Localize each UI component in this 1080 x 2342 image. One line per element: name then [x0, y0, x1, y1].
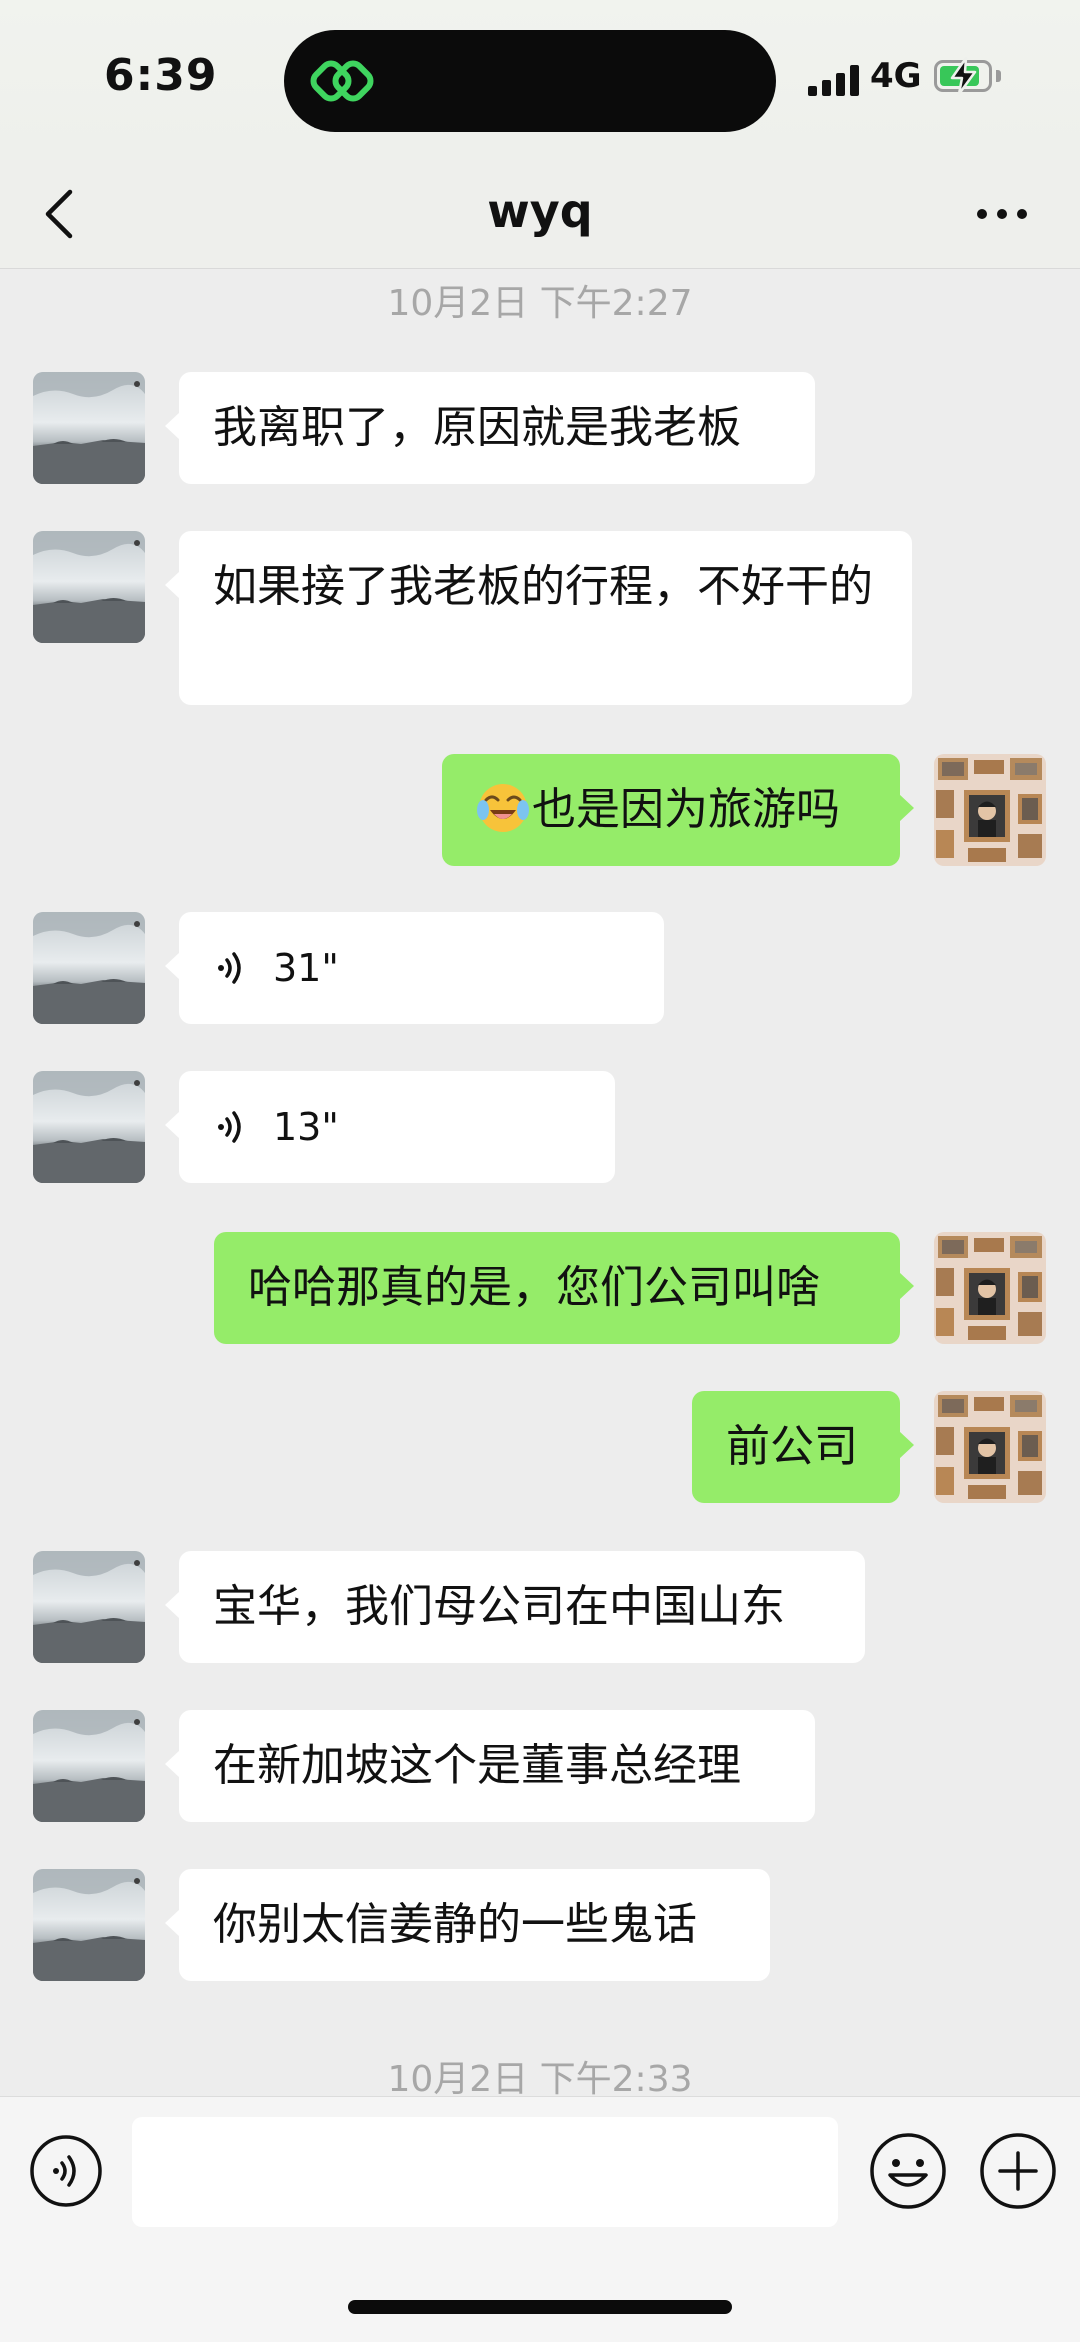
incoming-voice-message[interactable]: 31": [165, 912, 664, 1024]
message-text: 也是因为旅游吗: [532, 784, 840, 835]
my-avatar[interactable]: [934, 1391, 1046, 1503]
crying-laughing-face-icon: [477, 784, 529, 832]
voice-wave-icon: [218, 1111, 241, 1143]
outgoing-message[interactable]: 哈哈那真的是，您们公司叫啥: [214, 1232, 914, 1344]
incoming-voice-message[interactable]: 13": [165, 1071, 615, 1183]
message-text: 宝华，我们母公司在中国山东: [213, 1581, 785, 1632]
chat-title: wyq: [487, 184, 593, 238]
message-text: 在新加坡这个是董事总经理: [213, 1740, 741, 1791]
outgoing-message[interactable]: 也是因为旅游吗: [442, 754, 914, 866]
incoming-message[interactable]: 你别太信姜静的一些鬼话: [165, 1869, 770, 1981]
status-bar: 6:39 4G: [0, 0, 1080, 160]
status-time: 6:39: [104, 50, 218, 101]
incoming-message[interactable]: 在新加坡这个是董事总经理: [165, 1710, 815, 1822]
charging-bolt-icon: [950, 56, 977, 96]
ellipsis-icon[interactable]: [974, 196, 1030, 232]
incoming-message[interactable]: 宝华，我们母公司在中国山东: [165, 1551, 865, 1663]
contact-avatar[interactable]: [33, 1551, 145, 1663]
contact-avatar[interactable]: [33, 1869, 145, 1981]
message-text: 如果接了我老板的行程，不好干的: [213, 561, 873, 612]
plus-circle-icon[interactable]: [976, 2129, 1060, 2213]
message-input[interactable]: [132, 2117, 838, 2227]
message-text: 前公司: [726, 1421, 858, 1472]
link-icon: [310, 60, 374, 102]
voice-mode-icon[interactable]: [28, 2133, 104, 2209]
voice-duration: 31": [273, 946, 339, 990]
network-type: 4G: [870, 56, 922, 96]
my-avatar[interactable]: [934, 1232, 1046, 1344]
contact-avatar[interactable]: [33, 1071, 145, 1183]
incoming-message[interactable]: 我离职了，原因就是我老板: [165, 372, 815, 484]
battery-cap: [996, 70, 1001, 82]
my-avatar[interactable]: [934, 754, 1046, 866]
message-timestamp: 10月2日 下午2:33: [387, 2059, 693, 2100]
contact-avatar[interactable]: [33, 1710, 145, 1822]
message-text: 哈哈那真的是，您们公司叫啥: [248, 1262, 820, 1313]
incoming-message[interactable]: 如果接了我老板的行程，不好干的: [165, 531, 912, 705]
home-indicator[interactable]: [348, 2300, 732, 2314]
voice-duration: 13": [273, 1105, 339, 1149]
voice-wave-icon: [218, 952, 241, 984]
chat-header: wyq: [0, 160, 1080, 269]
message-timestamp: 10月2日 下午2:27: [387, 283, 693, 324]
dynamic-island: [284, 30, 776, 132]
outgoing-message[interactable]: 前公司: [692, 1391, 914, 1503]
message-text: 你别太信姜静的一些鬼话: [213, 1899, 697, 1950]
contact-avatar[interactable]: [33, 531, 145, 643]
contact-avatar[interactable]: [33, 912, 145, 1024]
cellular-signal-icon: [808, 64, 862, 96]
smiley-icon[interactable]: [866, 2129, 950, 2213]
contact-avatar[interactable]: [33, 372, 145, 484]
message-text: 我离职了，原因就是我老板: [213, 402, 741, 453]
